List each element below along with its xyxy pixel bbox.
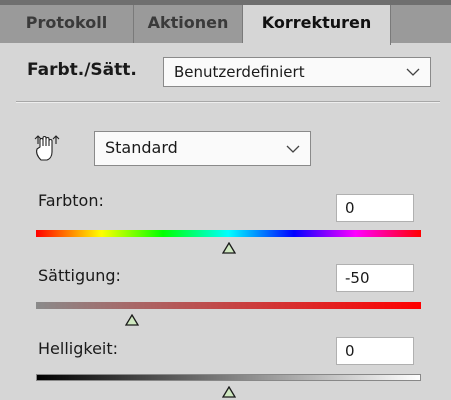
divider	[16, 101, 440, 102]
channel-dropdown-value: Standard	[105, 138, 178, 157]
preset-label: Farbt./Sätt.	[27, 60, 137, 80]
tab-bar-filler	[391, 5, 451, 43]
saturation-label: Sättigung:	[38, 266, 121, 285]
saturation-input[interactable]: -50	[336, 264, 414, 292]
panel-tab-bar: Protokoll Aktionen Korrekturen	[0, 0, 451, 45]
lightness-input[interactable]: 0	[336, 337, 414, 365]
channel-dropdown[interactable]: Standard	[94, 131, 311, 166]
lightness-label: Helligkeit:	[38, 339, 119, 358]
tab-protokoll[interactable]: Protokoll	[0, 5, 134, 43]
hue-slider-track[interactable]	[36, 230, 421, 237]
tab-aktionen[interactable]: Aktionen	[134, 5, 243, 43]
chevron-down-icon	[286, 145, 300, 153]
chevron-down-icon	[406, 68, 420, 76]
preset-dropdown-value: Benutzerdefiniert	[174, 63, 305, 81]
hue-slider-thumb[interactable]	[221, 242, 236, 254]
saturation-slider-track[interactable]	[36, 302, 421, 309]
hand-adjust-icon[interactable]	[33, 134, 61, 162]
tab-korrekturen[interactable]: Korrekturen	[243, 5, 391, 45]
hue-input[interactable]: 0	[336, 194, 414, 222]
lightness-slider-thumb[interactable]	[221, 386, 236, 398]
saturation-slider-thumb[interactable]	[125, 314, 140, 326]
lightness-slider-track[interactable]	[36, 374, 421, 381]
preset-dropdown[interactable]: Benutzerdefiniert	[163, 57, 431, 87]
hue-label: Farbton:	[38, 191, 104, 210]
